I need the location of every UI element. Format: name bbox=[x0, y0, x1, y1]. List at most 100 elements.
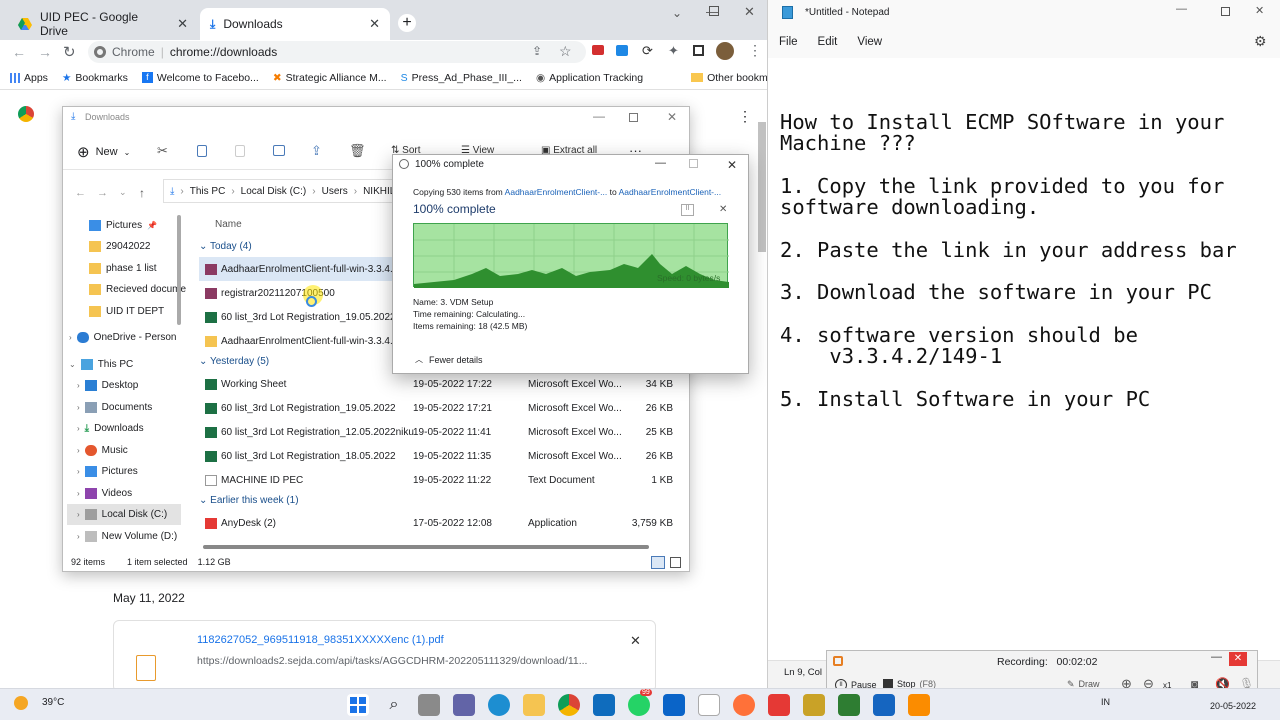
file-row[interactable]: MACHINE ID PEC 19-05-2022 11:22 Text Docum… bbox=[199, 468, 679, 492]
nav-item-documents[interactable]: › Documents bbox=[77, 397, 152, 418]
maximize-icon[interactable] bbox=[629, 113, 638, 122]
address-breadcrumb[interactable]: ⤓ › This PC › Local Disk (C:) › Users › NIKH… bbox=[163, 179, 403, 203]
remove-download-icon[interactable]: ✕ bbox=[630, 633, 641, 649]
fewer-details-button[interactable]: ︿ Fewer details bbox=[415, 354, 483, 365]
minimize-icon[interactable]: — bbox=[1211, 651, 1222, 663]
omnibox[interactable]: Chrome | chrome://downloads bbox=[88, 41, 586, 63]
breadcrumb-item[interactable]: Users bbox=[322, 186, 348, 197]
nav-item-pictures-pc[interactable]: › Pictures bbox=[77, 461, 138, 482]
scrollbar[interactable] bbox=[177, 215, 181, 325]
system-date[interactable]: 20-05-2022 bbox=[1210, 701, 1256, 711]
maximize-icon[interactable] bbox=[709, 6, 719, 16]
language-indicator[interactable]: IN bbox=[1101, 697, 1110, 707]
bookmark-apps[interactable]: Apps bbox=[10, 72, 48, 84]
minimize-icon[interactable]: — bbox=[593, 109, 605, 123]
download-filename-link[interactable]: 1182627052_969511918_98351XXXXXenc (1).p… bbox=[197, 634, 444, 646]
start-icon[interactable] bbox=[347, 694, 369, 716]
close-icon[interactable]: ✕ bbox=[1229, 652, 1247, 666]
column-header-name[interactable]: Name bbox=[215, 219, 242, 230]
menu-edit[interactable]: Edit bbox=[818, 36, 838, 48]
nav-item-phase-1-list[interactable]: phase 1 list bbox=[89, 258, 157, 279]
close-icon[interactable]: ✕ bbox=[727, 158, 737, 172]
reload-icon[interactable]: ↻ bbox=[63, 43, 76, 61]
details-view-icon[interactable] bbox=[651, 556, 665, 569]
tab-search-icon[interactable]: ⌄ bbox=[672, 6, 682, 20]
bookmark-strategic[interactable]: ✖ Strategic Alliance M... bbox=[273, 72, 387, 84]
close-icon[interactable]: ✕ bbox=[667, 110, 677, 124]
menu-icon[interactable]: ⋮ bbox=[748, 42, 762, 59]
menu-file[interactable]: File bbox=[779, 36, 798, 48]
notepad-content[interactable]: How to Install ECMP SOftware in your Mac… bbox=[780, 111, 1237, 410]
horizontal-scrollbar[interactable] bbox=[203, 545, 649, 549]
cancel-icon[interactable]: ✕ bbox=[719, 204, 727, 215]
cut-icon[interactable]: ✂ bbox=[157, 143, 168, 159]
search-icon[interactable]: ⌕ bbox=[383, 694, 405, 716]
chrome-icon[interactable] bbox=[558, 694, 580, 716]
nav-item-this-pc[interactable]: ⌄ This PC bbox=[69, 354, 133, 375]
breadcrumb-item[interactable]: Local Disk (C:) bbox=[241, 186, 307, 197]
gear-icon[interactable]: ⚙ bbox=[1254, 33, 1267, 50]
pause-icon[interactable]: II bbox=[681, 204, 694, 216]
new-tab-button[interactable]: + bbox=[398, 14, 416, 32]
file-row[interactable]: Working Sheet 19-05-2022 17:22 Microsoft E… bbox=[199, 372, 679, 396]
extension-icon[interactable] bbox=[592, 45, 604, 55]
maximize-icon[interactable] bbox=[1221, 7, 1230, 16]
tab-downloads[interactable]: ⤓ Downloads ✕ bbox=[200, 8, 390, 40]
store-icon[interactable] bbox=[593, 694, 615, 716]
breadcrumb-item[interactable]: NIKHIL bbox=[363, 186, 395, 197]
anydesk-icon[interactable] bbox=[768, 694, 790, 716]
forward-icon[interactable]: → bbox=[97, 187, 108, 199]
app-icon[interactable] bbox=[873, 694, 895, 716]
weather-icon[interactable] bbox=[14, 696, 28, 710]
tab-uid-pec[interactable]: UID PEC - Google Drive ✕ bbox=[8, 8, 198, 40]
nav-item-recieved-documents[interactable]: Recieved docume bbox=[89, 279, 186, 300]
share-icon[interactable]: ⇪ bbox=[311, 143, 322, 159]
file-row[interactable]: 60 list_3rd Lot Registration_18.05.2022 1… bbox=[199, 444, 679, 468]
tiles-view-icon[interactable] bbox=[670, 557, 681, 568]
file-row[interactable]: 60 list_3rd Lot Registration_19.05.2022 1… bbox=[199, 396, 679, 420]
chevron-down-icon[interactable]: ⌄ bbox=[119, 187, 127, 198]
bookmark-facebook[interactable]: f Welcome to Facebo... bbox=[141, 72, 259, 84]
task-view-icon[interactable] bbox=[418, 694, 440, 716]
edge-icon[interactable] bbox=[488, 694, 510, 716]
puzzle-icon[interactable]: ✦ bbox=[668, 43, 679, 59]
bookmark-press-ad[interactable]: S Press_Ad_Phase_III_... bbox=[401, 72, 522, 84]
minimize-icon[interactable]: — bbox=[1176, 3, 1187, 15]
notepad-icon[interactable] bbox=[698, 694, 720, 716]
copy-icon[interactable] bbox=[197, 145, 207, 157]
nav-item-local-disk[interactable]: › Local Disk (C:) bbox=[67, 504, 181, 525]
rename-icon[interactable] bbox=[273, 145, 285, 156]
group-header-today[interactable]: ⌄ Today (4) bbox=[199, 241, 252, 252]
bookmark-application-tracking[interactable]: ◉ Application Tracking bbox=[536, 72, 643, 84]
teams-icon[interactable] bbox=[453, 694, 475, 716]
avatar[interactable] bbox=[716, 42, 734, 60]
back-icon[interactable]: ← bbox=[75, 187, 86, 199]
nav-item-music[interactable]: › Music bbox=[77, 440, 128, 461]
more-icon[interactable]: ⋮ bbox=[738, 108, 752, 125]
whatsapp-icon[interactable]: 99 bbox=[628, 689, 652, 716]
nav-item-desktop[interactable]: › Desktop bbox=[77, 375, 138, 396]
group-header-yesterday[interactable]: ⌄ Yesterday (5) bbox=[199, 356, 269, 367]
new-button[interactable]: ⊕ New ⌄ bbox=[77, 143, 130, 161]
close-icon[interactable]: ✕ bbox=[177, 16, 188, 32]
group-header-earlier[interactable]: ⌄ Earlier this week (1) bbox=[199, 495, 299, 506]
close-icon[interactable]: ✕ bbox=[1255, 4, 1264, 17]
delete-icon[interactable]: 🗑 bbox=[349, 143, 366, 159]
weather-temperature[interactable]: 39°C bbox=[42, 697, 64, 708]
file-row[interactable]: AnyDesk (2) 17-05-2022 12:08 Application 3,… bbox=[199, 511, 679, 535]
close-window-icon[interactable]: ✕ bbox=[744, 4, 755, 20]
bookmark-other[interactable]: Other bookmarks bbox=[691, 72, 767, 84]
extension-icon[interactable] bbox=[616, 45, 628, 56]
share-icon[interactable]: ⇪ bbox=[532, 44, 542, 58]
side-panel-icon[interactable] bbox=[693, 45, 704, 56]
scrollbar[interactable] bbox=[758, 122, 766, 252]
nav-item-videos[interactable]: › Videos bbox=[77, 483, 132, 504]
nav-item-onedrive[interactable]: › OneDrive - Person bbox=[69, 327, 176, 348]
recorder-taskbar-icon[interactable] bbox=[908, 694, 930, 716]
forward-icon[interactable]: → bbox=[38, 44, 52, 60]
text-area[interactable]: How to Install ECMP SOftware in your Mac… bbox=[768, 58, 1280, 672]
up-icon[interactable]: ↑ bbox=[139, 186, 145, 200]
star-icon[interactable]: ☆ bbox=[559, 43, 572, 60]
nav-item-29042022[interactable]: 29042022 bbox=[89, 236, 151, 257]
mail-icon[interactable] bbox=[663, 694, 685, 716]
